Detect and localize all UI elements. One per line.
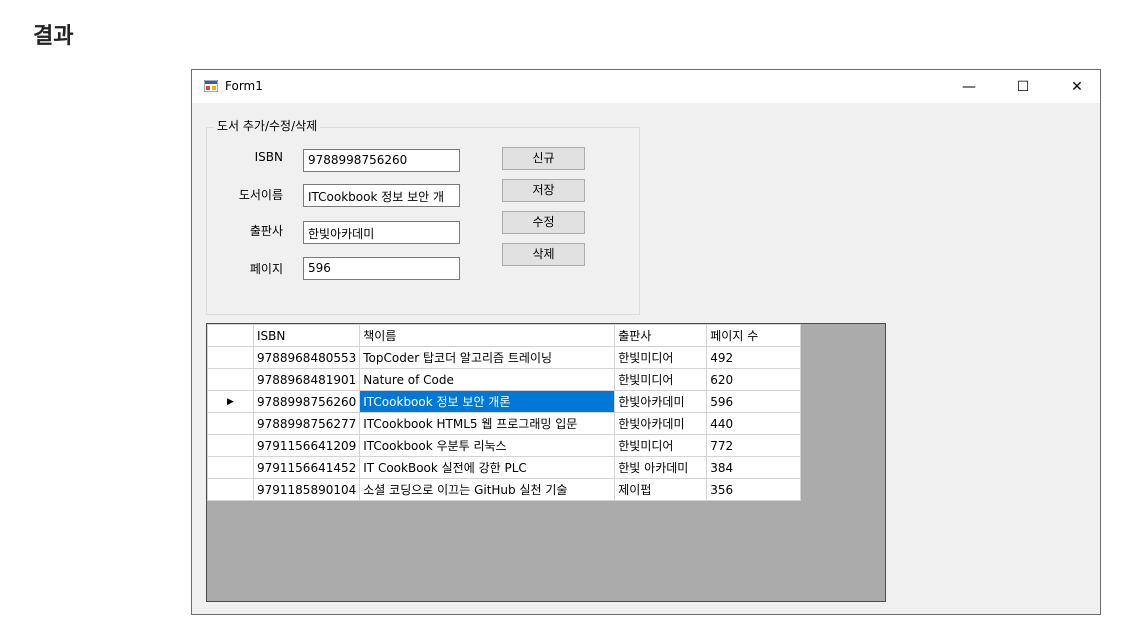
title-bar[interactable]: Form1 — ☐ ✕ xyxy=(192,70,1100,103)
publisher-cell[interactable]: 한빛아카데미 xyxy=(614,390,708,413)
row-header[interactable] xyxy=(207,412,254,435)
book-name-cell[interactable]: ITCookbook 우분투 리눅스 xyxy=(359,434,616,457)
row-header[interactable] xyxy=(207,434,254,457)
groupbox-legend: 도서 추가/수정/삭제 xyxy=(214,117,321,134)
row-header[interactable] xyxy=(207,368,254,391)
book-name-cell-selected[interactable]: ITCookbook 정보 보안 개론 xyxy=(359,390,616,413)
publisher-cell[interactable]: 한빛미디어 xyxy=(614,346,708,369)
publisher-cell[interactable]: 한빛미디어 xyxy=(614,434,708,457)
pages-label: 페이지 xyxy=(249,262,283,276)
isbn-input[interactable]: 9788998756260 xyxy=(303,149,460,172)
form1-window: Form1 — ☐ ✕ 도서 추가/수정/삭제 ISBN 97889987562… xyxy=(191,69,1101,615)
row-header[interactable] xyxy=(207,478,254,501)
pages-cell[interactable]: 772 xyxy=(706,434,802,457)
publisher-cell[interactable]: 한빛 아카데미 xyxy=(614,456,708,479)
isbn-label: ISBN xyxy=(254,150,283,164)
page-heading: 결과 xyxy=(33,24,74,49)
table-row[interactable]: 9791185890104 소셜 코딩으로 이끄는 GitHub 실천 기술 제… xyxy=(207,478,802,501)
isbn-cell[interactable]: 9791156641209 xyxy=(252,434,361,457)
table-row[interactable]: 9788968481901 Nature of Code 한빛미디어 620 xyxy=(207,368,802,391)
minimize-icon: — xyxy=(962,78,976,95)
isbn-cell[interactable]: 9788998756260 xyxy=(252,390,361,413)
column-header-isbn[interactable]: ISBN xyxy=(252,324,361,347)
table-row-selected[interactable]: ▶ 9788998756260 ITCookbook 정보 보안 개론 한빛아카… xyxy=(207,390,802,413)
book-name-cell[interactable]: TopCoder 탑코더 알고리즘 트레이닝 xyxy=(359,346,616,369)
maximize-button[interactable]: ☐ xyxy=(1000,70,1046,103)
book-name-cell[interactable]: ITCookbook HTML5 웹 프로그래밍 입문 xyxy=(359,412,616,435)
pages-cell[interactable]: 384 xyxy=(706,456,802,479)
row-header[interactable] xyxy=(207,346,254,369)
isbn-cell[interactable]: 9788968480553 xyxy=(252,346,361,369)
table-row[interactable]: 9788968480553 TopCoder 탑코더 알고리즘 트레이닝 한빛미… xyxy=(207,346,802,369)
column-header-rowselector[interactable] xyxy=(207,324,254,347)
books-table: ISBN 책이름 출판사 페이지 수 9788968480553 TopCode… xyxy=(207,324,802,501)
book-name-cell[interactable]: Nature of Code xyxy=(359,368,616,391)
pages-cell[interactable]: 492 xyxy=(706,346,802,369)
close-icon: ✕ xyxy=(1071,78,1083,95)
table-row[interactable]: 9788998756277 ITCookbook HTML5 웹 프로그래밍 입… xyxy=(207,412,802,435)
current-row-indicator-icon[interactable]: ▶ xyxy=(207,390,254,413)
isbn-cell[interactable]: 9791185890104 xyxy=(252,478,361,501)
pages-cell[interactable]: 596 xyxy=(706,390,802,413)
app-icon xyxy=(204,80,218,92)
publisher-label: 출판사 xyxy=(249,224,283,238)
title-input[interactable]: ITCookbook 정보 보안 개 xyxy=(303,184,460,207)
isbn-cell[interactable]: 9791156641452 xyxy=(252,456,361,479)
book-name-cell[interactable]: 소셜 코딩으로 이끄는 GitHub 실천 기술 xyxy=(359,478,616,501)
publisher-cell[interactable]: 한빛미디어 xyxy=(614,368,708,391)
row-header[interactable] xyxy=(207,456,254,479)
publisher-cell[interactable]: 제이펍 xyxy=(614,478,708,501)
publisher-cell[interactable]: 한빛아카데미 xyxy=(614,412,708,435)
minimize-button[interactable]: — xyxy=(946,70,992,103)
column-header-pages[interactable]: 페이지 수 xyxy=(706,324,802,347)
window-title: Form1 xyxy=(225,79,263,93)
header-row: ISBN 책이름 출판사 페이지 수 xyxy=(207,324,802,347)
delete-button[interactable]: 삭제 xyxy=(502,243,585,266)
pages-cell[interactable]: 356 xyxy=(706,478,802,501)
isbn-cell[interactable]: 9788968481901 xyxy=(252,368,361,391)
table-row[interactable]: 9791156641452 IT CookBook 실전에 강한 PLC 한빛 … xyxy=(207,456,802,479)
pages-cell[interactable]: 440 xyxy=(706,412,802,435)
maximize-icon: ☐ xyxy=(1016,78,1030,95)
table-row[interactable]: 9791156641209 ITCookbook 우분투 리눅스 한빛미디어 7… xyxy=(207,434,802,457)
books-datagrid[interactable]: ISBN 책이름 출판사 페이지 수 9788968480553 TopCode… xyxy=(206,323,886,602)
new-button[interactable]: 신규 xyxy=(502,147,585,170)
pages-cell[interactable]: 620 xyxy=(706,368,802,391)
isbn-cell[interactable]: 9788998756277 xyxy=(252,412,361,435)
book-name-cell[interactable]: IT CookBook 실전에 강한 PLC xyxy=(359,456,616,479)
publisher-input[interactable]: 한빛아카데미 xyxy=(303,221,460,244)
column-header-publisher[interactable]: 출판사 xyxy=(614,324,708,347)
edit-button[interactable]: 수정 xyxy=(502,211,585,234)
pages-input[interactable]: 596 xyxy=(303,257,460,280)
save-button[interactable]: 저장 xyxy=(502,179,585,202)
title-label: 도서이름 xyxy=(238,188,283,202)
close-button[interactable]: ✕ xyxy=(1054,70,1100,103)
column-header-name[interactable]: 책이름 xyxy=(359,324,616,347)
